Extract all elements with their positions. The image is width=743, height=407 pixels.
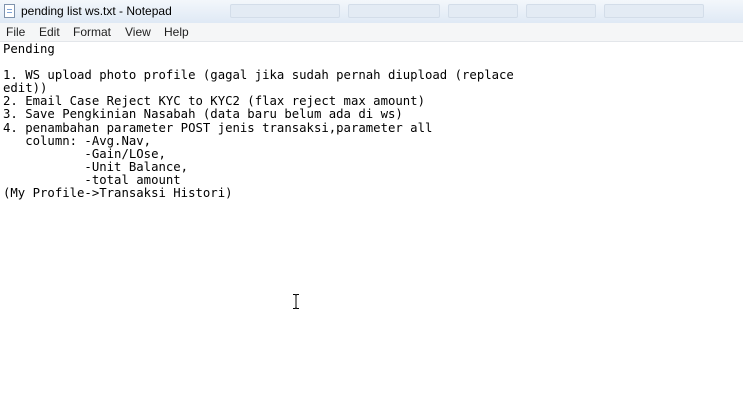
background-tab <box>448 4 518 18</box>
editor-line: -total amount <box>3 172 181 187</box>
text-cursor-icon <box>293 294 299 309</box>
text-editor[interactable]: Pending 1. WS upload photo profile (gaga… <box>0 42 743 407</box>
editor-content[interactable]: Pending 1. WS upload photo profile (gaga… <box>3 42 514 201</box>
menu-bar: File Edit Format View Help <box>0 23 743 42</box>
background-tab <box>604 4 704 18</box>
editor-line: 2. Email Case Reject KYC to KYC2 (flax r… <box>3 94 425 109</box>
title-bar[interactable]: pending list ws.txt - Notepad <box>0 0 743 24</box>
editor-line: (My Profile->Transaksi Histori) <box>3 186 233 201</box>
menu-file[interactable]: File <box>6 25 25 39</box>
editor-line: 3. Save Pengkinian Nasabah (data baru be… <box>3 107 403 122</box>
background-taskbar-tabs <box>230 4 743 19</box>
menu-format[interactable]: Format <box>73 25 111 39</box>
editor-line: -Unit Balance, <box>3 159 189 174</box>
window-title: pending list ws.txt - Notepad <box>21 4 172 18</box>
editor-line: -Gain/LOse, <box>3 146 166 161</box>
menu-help[interactable]: Help <box>164 25 189 39</box>
editor-line: 1. WS upload photo profile (gagal jika s… <box>3 68 514 83</box>
editor-line: 4. penambahan parameter POST jenis trans… <box>3 120 433 135</box>
editor-line: Pending <box>3 42 55 56</box>
background-tab <box>526 4 596 18</box>
menu-edit[interactable]: Edit <box>39 25 60 39</box>
background-tab <box>230 4 340 18</box>
notepad-icon <box>4 4 15 18</box>
editor-line: edit)) <box>3 81 48 96</box>
background-tab <box>348 4 440 18</box>
editor-line: column: -Avg.Nav, <box>3 133 152 148</box>
menu-view[interactable]: View <box>125 25 151 39</box>
